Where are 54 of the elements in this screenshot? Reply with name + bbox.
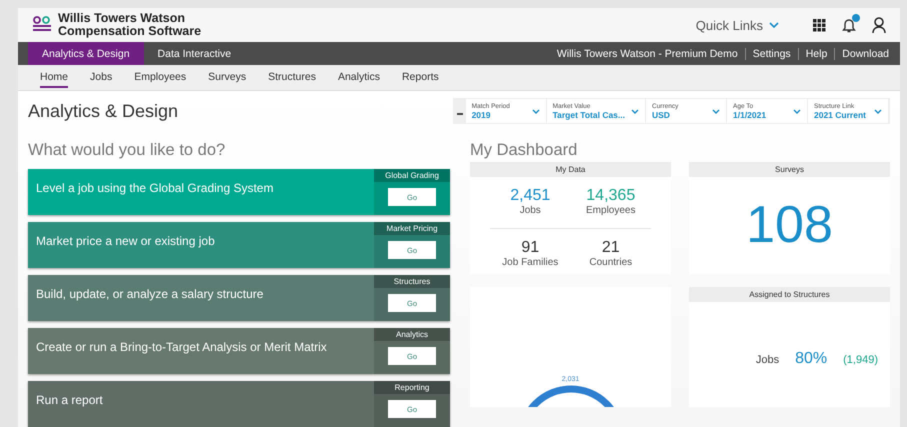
- category-tag: Structures: [374, 275, 450, 288]
- sub-tab[interactable]: Home: [40, 68, 68, 88]
- section-heading: What would you like to do?: [28, 141, 226, 160]
- survey-count: 108: [746, 195, 833, 256]
- category-tag: Analytics: [374, 328, 450, 342]
- stat-value: 91: [521, 239, 540, 258]
- nav-link[interactable]: Settings: [744, 48, 798, 60]
- nav-tab[interactable]: Analytics & Design: [28, 42, 144, 66]
- chevron-down-icon: [874, 108, 882, 114]
- brand-name: Willis Towers Watson: [58, 12, 186, 26]
- assigned-label: Jobs: [756, 354, 780, 366]
- stat-label: Countries: [589, 257, 632, 268]
- action-description: Market price a new or existing job: [35, 233, 216, 250]
- sub-tab[interactable]: Analytics: [338, 68, 380, 88]
- sub-tab[interactable]: Employees: [134, 68, 186, 88]
- stat-label: Job Families: [502, 257, 558, 268]
- nav-tab[interactable]: Data Interactive: [144, 42, 246, 66]
- stat-label: Employees: [586, 205, 636, 216]
- category-tag: Market Pricing: [374, 222, 450, 236]
- minus-icon: [456, 113, 463, 116]
- sub-tab[interactable]: Jobs: [90, 68, 112, 88]
- page-title: Analytics & Design: [28, 100, 178, 122]
- chevron-down-icon: [769, 22, 779, 28]
- nav-link[interactable]: Help: [798, 48, 834, 60]
- chevron-down-icon: [532, 108, 540, 114]
- stat-value: 21: [602, 239, 620, 258]
- product-name: Compensation Software: [58, 25, 202, 38]
- chevron-down-icon: [712, 108, 720, 114]
- apps-grid-icon[interactable]: [813, 18, 826, 32]
- category-tag: Reporting: [374, 381, 450, 394]
- section-heading: My Dashboard: [470, 141, 578, 160]
- assigned-count: (1,949): [843, 354, 878, 366]
- collapse-button[interactable]: [454, 99, 466, 124]
- panel-title: Surveys: [689, 162, 890, 178]
- nav-link[interactable]: Willis Towers Watson - Premium Demo: [550, 48, 745, 60]
- sub-tab[interactable]: Structures: [268, 68, 316, 88]
- category-tag: Global Grading: [374, 169, 450, 182]
- sub-tab[interactable]: Reports: [402, 68, 439, 88]
- action-description: Build, update, or analyze a salary structure: [35, 286, 264, 304]
- action-description: Run a report: [35, 392, 104, 410]
- chevron-down-icon: [631, 108, 639, 114]
- action-description: Create or run a Bring-to-Target Analysis or Merit Matrix: [35, 339, 328, 356]
- stat-label: Jobs: [520, 205, 541, 216]
- panel-title: My Data: [470, 162, 671, 178]
- user-icon[interactable]: [872, 17, 886, 34]
- panel-title: Assigned to Structures: [689, 287, 890, 302]
- quick-links-menu[interactable]: Quick Links: [696, 18, 779, 33]
- action-description: Level a job using the Global Grading System: [35, 180, 274, 198]
- assigned-percent: 80%: [795, 350, 828, 368]
- nav-link[interactable]: Download: [834, 48, 896, 60]
- chevron-down-icon: [793, 108, 801, 114]
- stat-value: 14,365: [586, 187, 636, 206]
- sub-tab[interactable]: Surveys: [208, 68, 246, 88]
- stat-value: 2,451: [510, 187, 550, 206]
